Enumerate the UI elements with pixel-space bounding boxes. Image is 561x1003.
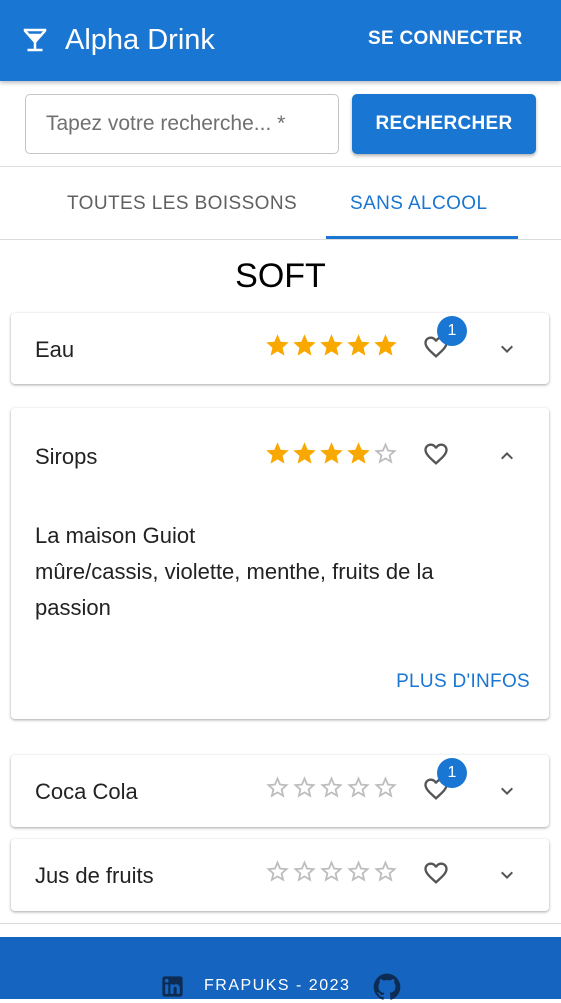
github-icon[interactable] <box>371 971 403 1003</box>
login-button[interactable]: SE CONNECTER <box>368 28 523 50</box>
drink-card-sirops[interactable]: Sirops La maison Guiot mûre/cassis, viol… <box>11 408 549 719</box>
chevron-down-icon[interactable] <box>495 863 519 887</box>
likes-badge: 1 <box>437 758 467 788</box>
star-empty-icon[interactable] <box>345 858 372 885</box>
chevron-down-icon[interactable] <box>495 779 519 803</box>
section-title: SOFT <box>235 257 326 295</box>
star-rating[interactable] <box>264 774 399 801</box>
star-filled-icon[interactable] <box>291 440 318 467</box>
tab-non-alcoholic[interactable]: SANS ALCOOL <box>350 193 487 215</box>
star-empty-icon[interactable] <box>318 858 345 885</box>
star-empty-icon[interactable] <box>264 774 291 801</box>
search-field[interactable] <box>25 94 339 154</box>
star-filled-icon[interactable] <box>345 332 372 359</box>
star-filled-icon[interactable] <box>345 440 372 467</box>
tab-all-drinks[interactable]: TOUTES LES BOISSONS <box>67 193 297 215</box>
star-filled-icon[interactable] <box>372 332 399 359</box>
heart-icon[interactable] <box>422 859 450 887</box>
star-empty-icon[interactable] <box>291 858 318 885</box>
star-empty-icon[interactable] <box>345 774 372 801</box>
star-empty-icon[interactable] <box>372 858 399 885</box>
search-button[interactable]: RECHERCHER <box>352 94 536 154</box>
cocktail-icon[interactable] <box>20 25 50 55</box>
drink-name: Coca Cola <box>35 779 138 804</box>
heart-icon[interactable] <box>422 440 450 468</box>
star-rating[interactable] <box>264 440 399 467</box>
star-filled-icon[interactable] <box>264 440 291 467</box>
app-bar: Alpha Drink SE CONNECTER <box>0 0 561 81</box>
drink-description: La maison Guiot mûre/cassis, violette, m… <box>35 523 434 620</box>
star-empty-icon[interactable] <box>372 440 399 467</box>
star-empty-icon[interactable] <box>318 774 345 801</box>
drink-name: Sirops <box>35 444 98 469</box>
search-input[interactable] <box>26 95 338 153</box>
divider <box>0 166 561 167</box>
app-title[interactable]: Alpha Drink <box>65 24 215 57</box>
star-filled-icon[interactable] <box>318 440 345 467</box>
star-empty-icon[interactable] <box>291 774 318 801</box>
chevron-down-icon[interactable] <box>495 337 519 361</box>
divider <box>0 239 561 240</box>
likes-badge: 1 <box>437 316 467 346</box>
star-filled-icon[interactable] <box>318 332 345 359</box>
chevron-up-icon[interactable] <box>495 444 519 468</box>
drink-name: Jus de fruits <box>35 863 154 888</box>
more-info-link[interactable]: PLUS D'INFOS <box>396 671 530 693</box>
drink-card-coca-cola[interactable]: Coca Cola 1 <box>11 755 549 827</box>
divider <box>0 923 561 924</box>
star-empty-icon[interactable] <box>372 774 399 801</box>
footer-credit: FRAPUKS - 2023 <box>204 977 351 994</box>
star-rating[interactable] <box>264 858 399 885</box>
star-empty-icon[interactable] <box>264 858 291 885</box>
star-rating[interactable] <box>264 332 399 359</box>
linkedin-icon[interactable] <box>159 973 186 1000</box>
drink-name: Eau <box>35 337 75 362</box>
footer: FRAPUKS - 2023 <box>0 937 561 1000</box>
star-filled-icon[interactable] <box>291 332 318 359</box>
drink-card-eau[interactable]: Eau 1 <box>11 313 549 384</box>
star-filled-icon[interactable] <box>264 332 291 359</box>
drink-card-jus-de-fruits[interactable]: Jus de fruits <box>11 839 549 911</box>
